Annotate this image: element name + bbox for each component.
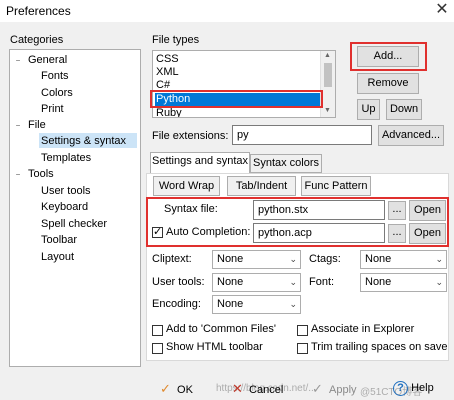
associate-checkbox[interactable] [297,325,308,336]
cancel-label: Cancel [249,384,284,396]
apply-icon: ✓ [312,381,323,396]
window-title: Preferences [6,4,71,18]
tab-settings-syntax[interactable]: Settings and syntax [150,152,250,174]
syntax-open-button[interactable]: Open [409,200,446,221]
func-pattern-button[interactable]: Func Pattern [301,176,371,196]
ctags-select[interactable]: None ⌄ [360,250,447,269]
trim-spaces-label: Trim trailing spaces on save [311,341,448,353]
tree-item-colors[interactable]: Colors [41,86,73,100]
auto-completion-input[interactable]: python.acp [253,223,385,243]
tree-item-tools[interactable]: Tools [28,167,54,181]
tree-item-templates[interactable]: Templates [41,151,91,165]
up-button[interactable]: Up [357,99,380,120]
scrollbar-thumb[interactable] [324,63,332,87]
apply-label: Apply [329,384,357,396]
cancel-button[interactable]: ✕ Cancel [232,381,283,397]
chevron-down-icon: ⌄ [289,277,297,287]
tree-item-toolbar[interactable]: Toolbar [41,233,77,247]
syntax-file-input[interactable]: python.stx [253,200,385,220]
ctags-value: None [365,253,392,265]
font-select[interactable]: None ⌄ [360,273,447,292]
syntax-file-label: Syntax file: [164,203,218,215]
tab-indent-button[interactable]: Tab/Indent [227,176,296,196]
tree-item-general[interactable]: General [28,53,67,67]
user-tools-value: None [217,276,244,288]
font-value: None [365,276,392,288]
common-files-label: Add to 'Common Files' [166,323,276,335]
chevron-down-icon: ⌄ [289,254,297,264]
collapse-icon[interactable]: − [14,170,22,179]
tree-item-keyboard[interactable]: Keyboard [41,200,88,214]
tree-item-spell-checker[interactable]: Spell checker [41,217,107,231]
file-types-label: File types [152,34,200,46]
user-tools-label: User tools: [152,276,205,288]
encoding-select[interactable]: None ⌄ [212,295,301,314]
associate-label: Associate in Explorer [311,323,415,335]
tree-item-print[interactable]: Print [41,102,64,116]
trim-spaces-checkbox[interactable] [297,343,308,354]
auto-open-button[interactable]: Open [409,223,446,244]
help-icon: ? [393,381,408,396]
check-icon: ✓ [160,381,171,396]
cliptext-value: None [217,253,244,265]
scroll-up-arrow-icon[interactable]: ▲ [324,52,331,59]
categories-label: Categories [10,34,64,46]
collapse-icon[interactable]: − [14,56,22,65]
ok-button[interactable]: ✓ OK [160,381,193,397]
tree-item-user-tools[interactable]: User tools [41,184,91,198]
tab-syntax-colors[interactable]: Syntax colors [250,154,322,173]
word-wrap-button[interactable]: Word Wrap [153,176,220,196]
cliptext-label: Cliptext: [152,253,192,265]
common-files-checkbox[interactable] [152,325,163,336]
collapse-icon[interactable]: − [14,121,22,130]
html-toolbar-checkbox[interactable] [152,343,163,354]
add-highlight-box [350,42,427,71]
file-extensions-input[interactable]: py [232,125,372,145]
html-toolbar-label: Show HTML toolbar [166,341,263,353]
chevron-down-icon: ⌄ [289,299,297,309]
chevron-down-icon: ⌄ [435,254,443,264]
encoding-label: Encoding: [152,298,201,310]
advanced-button[interactable]: Advanced... [378,125,444,146]
user-tools-select[interactable]: None ⌄ [212,273,301,292]
apply-button[interactable]: ✓ Apply [312,381,357,397]
auto-browse-button[interactable]: ... [388,224,406,243]
down-button[interactable]: Down [386,99,422,120]
list-item-ruby[interactable]: Ruby [156,107,182,117]
font-label: Font: [309,276,335,288]
tree-item-fonts[interactable]: Fonts [41,69,69,83]
cliptext-select[interactable]: None ⌄ [212,250,301,269]
auto-completion-label: Auto Completion: [166,226,251,238]
close-icon[interactable]: ✕ [433,0,451,20]
scroll-down-arrow-icon[interactable]: ▼ [324,107,331,114]
file-extensions-label: File extensions: [152,130,229,142]
python-highlight-box [150,90,323,108]
list-item-xml[interactable]: XML [156,66,179,79]
help-label: Help [411,382,434,394]
syntax-browse-button[interactable]: ... [388,201,406,220]
cancel-icon: ✕ [232,381,243,396]
ok-label: OK [177,384,193,396]
encoding-value: None [217,298,244,310]
tree-item-layout[interactable]: Layout [41,250,74,264]
chevron-down-icon: ⌄ [435,277,443,287]
categories-tree[interactable]: − General Fonts Colors Print − File Sett… [9,49,141,367]
ctags-label: Ctags: [309,253,341,265]
tree-item-file[interactable]: File [28,118,46,132]
auto-completion-checkbox[interactable] [152,225,163,238]
remove-button[interactable]: Remove [357,73,419,94]
help-button[interactable]: ? Help [393,381,434,396]
list-item-css[interactable]: CSS [156,53,179,66]
tree-item-settings-syntax[interactable]: Settings & syntax [41,134,126,148]
